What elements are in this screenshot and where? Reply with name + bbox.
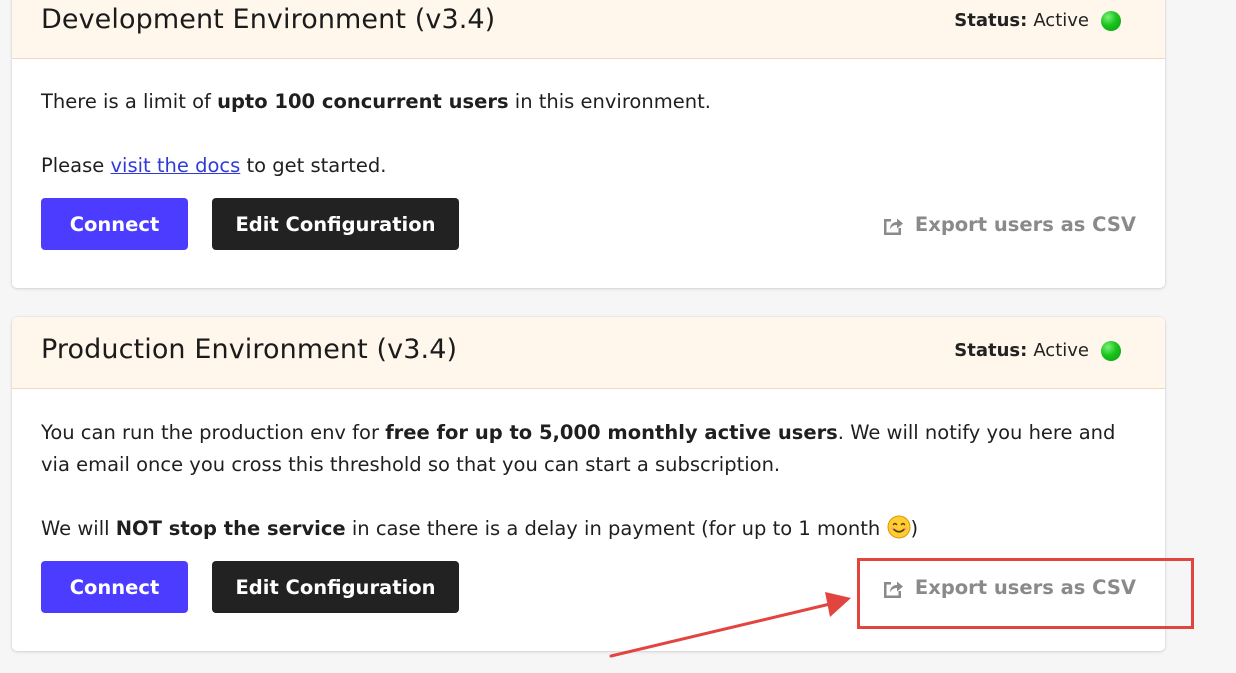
prod-environment-title: Production Environment (v3.4) [41, 334, 458, 365]
dev-status-label: Status: [954, 10, 1028, 31]
dev-card-header: Development Environment (v3.4) Status: A… [12, 0, 1165, 59]
dev-limit-text: There is a limit of upto 100 concurrent … [41, 90, 711, 113]
prod-card-header: Production Environment (v3.4) Status: Ac… [12, 317, 1165, 389]
dev-environment-card: Development Environment (v3.4) Status: A… [12, 0, 1165, 288]
dev-status: Status: Active [954, 10, 1121, 31]
dev-export-users-csv-button[interactable]: Export users as CSV [881, 209, 1136, 241]
dev-connect-button[interactable]: Connect [41, 198, 188, 250]
prod-status-value: Active [1033, 340, 1089, 361]
dev-environment-title: Development Environment (v3.4) [41, 4, 496, 35]
dev-export-label: Export users as CSV [914, 213, 1136, 236]
status-dot-icon [1101, 10, 1121, 31]
status-dot-icon [1101, 340, 1121, 361]
annotation-highlight-box [857, 558, 1194, 629]
prod-status-label: Status: [954, 340, 1028, 361]
prod-status: Status: Active [954, 340, 1121, 361]
dev-docs-text: Please visit the docs to get started. [41, 154, 387, 177]
dev-status-value: Active [1033, 10, 1089, 31]
visit-docs-link[interactable]: visit the docs [110, 154, 240, 177]
share-export-icon [883, 218, 903, 235]
prod-connect-button[interactable]: Connect [41, 561, 188, 613]
dev-edit-configuration-button[interactable]: Edit Configuration [212, 198, 459, 250]
smiling-face-emoji [887, 515, 910, 539]
prod-edit-configuration-button[interactable]: Edit Configuration [212, 561, 459, 613]
prod-payment-text: We will NOT stop the service in case the… [41, 515, 919, 540]
prod-free-tier-text: You can run the production env for free … [41, 421, 1116, 476]
